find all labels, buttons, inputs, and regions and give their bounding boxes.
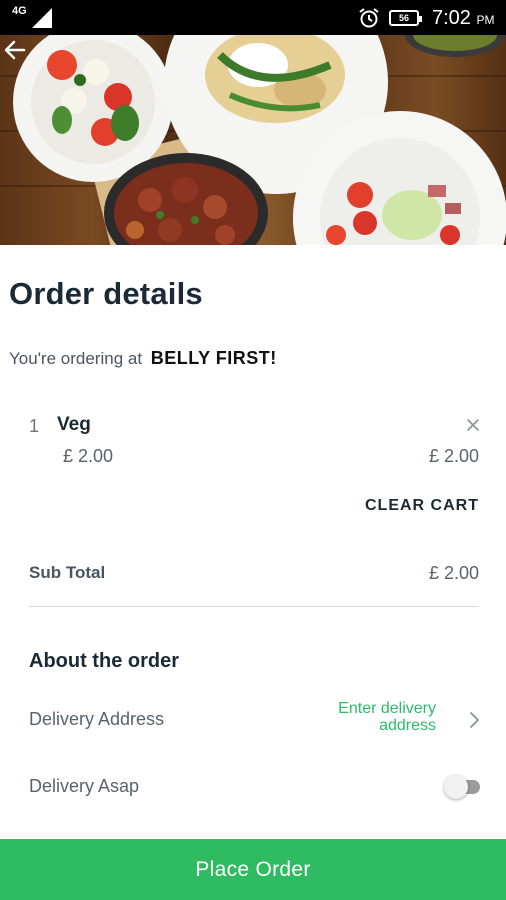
status-bar: 4G 56 7:02 PM: [0, 0, 506, 35]
divider: [29, 606, 479, 607]
delivery-asap-label: Delivery Asap: [29, 776, 140, 796]
food-plates-illustration: [13, 35, 506, 245]
item-line-price: £ 2.00: [428, 446, 479, 466]
chevron-right-icon[interactable]: [466, 710, 482, 730]
delivery-address-value[interactable]: Enter delivery address: [286, 700, 436, 734]
delivery-asap-toggle[interactable]: [444, 775, 480, 799]
arrow-left-icon[interactable]: [0, 35, 30, 65]
clear-cart-button[interactable]: CLEAR CART: [365, 497, 479, 515]
alarm-icon: [359, 8, 379, 28]
clock-time: 7:02: [432, 7, 471, 29]
page-title: Order details: [9, 276, 203, 311]
ordering-at-line: You're ordering at BELLY FIRST!: [9, 348, 277, 369]
item-unit-price: £ 2.00: [63, 446, 114, 466]
network-type: 4G: [12, 5, 27, 17]
clock-ampm: PM: [476, 13, 495, 27]
toggle-thumb: [444, 775, 468, 799]
hero-image: [0, 35, 506, 245]
signal-icon: [32, 8, 52, 28]
delivery-address-label: Delivery Address: [29, 709, 165, 729]
about-order-title: About the order: [29, 650, 179, 672]
subtotal-label: Sub Total: [29, 563, 106, 582]
close-icon[interactable]: [464, 416, 482, 434]
store-name: BELLY FIRST!: [150, 348, 277, 368]
clock: 7:02 PM: [432, 7, 495, 31]
place-order-button[interactable]: Place Order: [0, 839, 506, 900]
battery-icon: 56: [389, 10, 422, 26]
item-name: Veg: [57, 414, 91, 435]
item-quantity: 1: [29, 416, 40, 436]
ordering-prefix: You're ordering at: [9, 349, 143, 368]
delivery-address-row[interactable]: Delivery Address Enter delivery address: [0, 696, 506, 742]
subtotal-value: £ 2.00: [428, 563, 479, 583]
